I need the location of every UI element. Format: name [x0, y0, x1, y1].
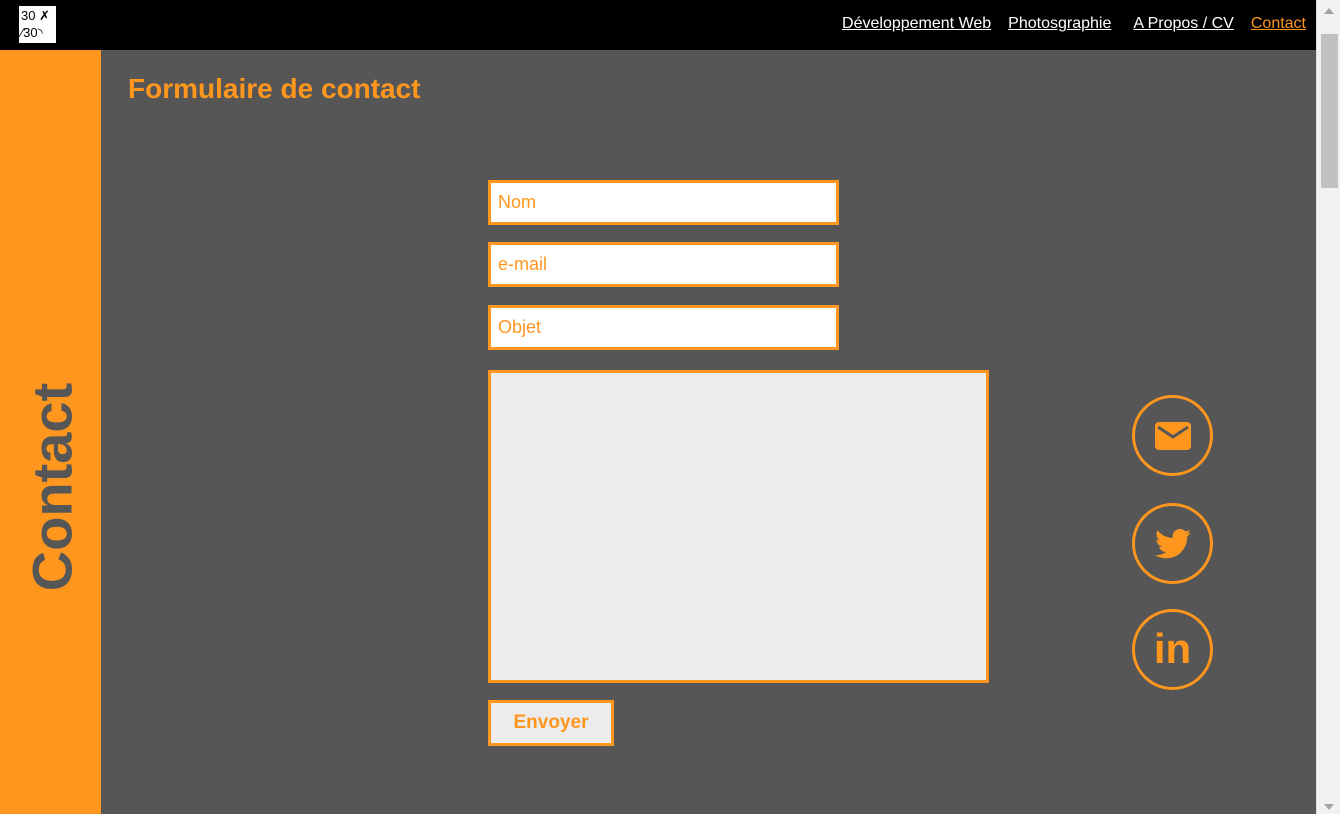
send-button[interactable]: Envoyer: [488, 700, 614, 746]
nav-link-contact[interactable]: Contact: [1251, 15, 1306, 33]
scroll-up-arrow-icon[interactable]: [1324, 8, 1334, 14]
name-input[interactable]: [488, 180, 839, 225]
message-textarea[interactable]: [488, 370, 989, 683]
logo-line-1: 30 ✗: [21, 8, 50, 23]
subject-input[interactable]: [488, 305, 839, 350]
scroll-down-arrow-icon[interactable]: [1324, 804, 1334, 810]
nav-link-photographie[interactable]: Photosgraphie: [1008, 15, 1111, 33]
email-input[interactable]: [488, 242, 839, 287]
envelope-icon: [1154, 421, 1191, 450]
site-logo[interactable]: 30 ✗ ⁄30◝: [19, 6, 56, 43]
email-link-button[interactable]: [1132, 395, 1213, 476]
section-sidebar: Contact: [0, 50, 101, 814]
sidebar-section-label: Contact: [20, 382, 84, 592]
nav-link-developpement-web[interactable]: Développement Web: [842, 15, 991, 33]
linkedin-link-button[interactable]: in: [1132, 609, 1213, 690]
twitter-link-button[interactable]: [1132, 503, 1213, 584]
scrollbar-thumb[interactable]: [1321, 34, 1338, 188]
nav-link-a-propos-cv[interactable]: A Propos / CV: [1133, 15, 1234, 33]
page-title: Formulaire de contact: [128, 73, 421, 104]
top-navbar: 30 ✗ ⁄30◝ Développement Web Photosgraphi…: [0, 0, 1316, 50]
twitter-bird-icon: [1154, 528, 1191, 558]
logo-line-2: ⁄30◝: [21, 25, 43, 40]
linkedin-icon: in: [1153, 624, 1192, 672]
vertical-scrollbar[interactable]: [1316, 0, 1340, 814]
main-nav: Développement Web Photosgraphie A Propos…: [825, 15, 1306, 33]
